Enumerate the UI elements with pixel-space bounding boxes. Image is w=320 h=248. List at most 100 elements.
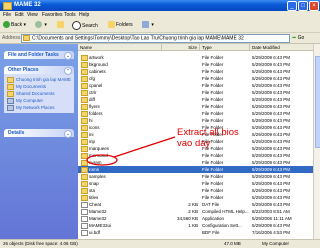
scrollbar-thumb[interactable] bbox=[315, 56, 320, 148]
file-row[interactable]: cabinets File Folder 5/29/2009 6:43 PM bbox=[78, 68, 314, 75]
file-date: 5/29/2009 6:43 PM bbox=[252, 97, 291, 102]
network-icon bbox=[7, 104, 14, 111]
file-row[interactable]: Cheat 2 KB DAT File 5/29/2009 6:43 PM bbox=[78, 201, 314, 208]
panel-header[interactable]: File and Folder Tasks ⌄ bbox=[4, 51, 74, 60]
minimize-button[interactable]: _ bbox=[287, 1, 297, 11]
file-date: 5/29/2009 6:43 PM bbox=[252, 202, 291, 207]
file-name: cfg bbox=[89, 76, 96, 81]
file-row[interactable]: sta File Folder 5/29/2009 6:43 PM bbox=[78, 187, 314, 194]
maximize-button[interactable]: □ bbox=[298, 1, 308, 11]
place-link[interactable]: My Documents bbox=[7, 83, 74, 90]
search-button[interactable]: Search bbox=[72, 21, 98, 30]
place-link[interactable]: My Computer bbox=[7, 97, 74, 104]
file-row[interactable]: cfg File Folder 5/29/2009 6:43 PM bbox=[78, 75, 314, 82]
menu-tools[interactable]: Tools bbox=[64, 11, 76, 19]
file-row[interactable]: nvram File Folder 5/29/2009 6:43 PM bbox=[78, 159, 314, 166]
file-date: 5/29/2009 6:43 PM bbox=[252, 223, 291, 228]
file-date: 5/29/2009 6:43 PM bbox=[252, 153, 291, 158]
close-button[interactable]: × bbox=[309, 1, 319, 11]
file-date: 5/29/2009 6:43 PM bbox=[252, 62, 291, 67]
folders-icon bbox=[108, 21, 115, 29]
file-row[interactable]: titles File Folder 5/29/2009 6:43 PM bbox=[78, 194, 314, 201]
file-name: marquees bbox=[89, 146, 110, 151]
file-row[interactable]: samples File Folder 5/29/2009 6:43 PM bbox=[78, 173, 314, 180]
file-name: MAME32ui bbox=[89, 223, 112, 228]
places-list: Chuong trinh gia lap MAME My Documents S… bbox=[4, 74, 74, 113]
go-button[interactable]: ➡ Go bbox=[292, 34, 304, 42]
annotation-text: Extract all bios vao day bbox=[177, 127, 239, 149]
menu-edit[interactable]: Edit bbox=[15, 11, 24, 19]
file-row[interactable]: hi File Folder 5/29/2009 6:43 PM bbox=[78, 117, 314, 124]
file-date: 5/29/2009 6:43 PM bbox=[252, 181, 291, 186]
file-date: 5/29/2009 6:43 PM bbox=[252, 132, 291, 137]
file-name: Mame32 bbox=[89, 209, 107, 214]
chevron-down-icon[interactable]: ⌄ bbox=[64, 52, 72, 60]
file-date: 5/29/2006 11:11 AM bbox=[252, 216, 292, 221]
toolbar: Back ▾ ▾ Search Folders ▾ bbox=[0, 19, 320, 33]
file-type: File Folder bbox=[202, 90, 224, 95]
file-row[interactable]: Mame32 34,560 KB Application 5/29/2006 11:1… bbox=[78, 215, 314, 222]
file-name: flyers bbox=[89, 104, 100, 109]
file-row[interactable]: flyers File Folder 5/29/2009 6:43 PM bbox=[78, 103, 314, 110]
menu-view[interactable]: View bbox=[27, 11, 38, 19]
annotation-line-1: Extract all bios bbox=[177, 127, 239, 138]
file-row[interactable]: bkground File Folder 5/29/2009 6:43 PM bbox=[78, 61, 314, 68]
menu-help[interactable]: Help bbox=[79, 11, 89, 19]
panel-header[interactable]: Other Places ⌃ bbox=[4, 66, 74, 75]
file-row[interactable]: artwork File Folder 5/29/2009 6:43 PM bbox=[78, 54, 314, 61]
file-row[interactable]: MAME32ui 1 KB Configuration Sett... 5/29/20… bbox=[78, 222, 314, 229]
file-type: File Folder bbox=[202, 118, 224, 123]
place-link[interactable]: My Network Places bbox=[7, 104, 74, 111]
file-row[interactable]: roms File Folder 5/29/2009 6:43 PM bbox=[78, 166, 314, 173]
file-row[interactable]: snap File Folder 5/29/2009 6:43 PM bbox=[78, 180, 314, 187]
views-button[interactable]: ▾ bbox=[142, 21, 154, 30]
file-type: File Folder bbox=[202, 174, 224, 179]
file-row[interactable]: diff File Folder 5/29/2009 6:43 PM bbox=[78, 96, 314, 103]
file-row[interactable]: Mame32 2 KB Compiled HTML Help... 8/22/2003… bbox=[78, 208, 314, 215]
file-name: memcard bbox=[89, 153, 108, 158]
shared-folder-icon bbox=[7, 90, 14, 97]
file-name: icons bbox=[89, 125, 100, 130]
file-row[interactable]: cpanel File Folder 5/29/2009 6:43 PM bbox=[78, 82, 314, 89]
file-date: 5/29/2009 6:43 PM bbox=[252, 195, 291, 200]
file-type: Compiled HTML Help... bbox=[202, 209, 249, 214]
column-header-date[interactable]: Date Modified bbox=[250, 44, 314, 51]
file-name: cpanel bbox=[89, 83, 103, 88]
address-input[interactable]: C:\Documents and Settings\Tommy\Desktop\… bbox=[21, 34, 290, 43]
menu-file[interactable]: File bbox=[3, 11, 11, 19]
folders-button[interactable]: Folders bbox=[108, 21, 133, 30]
file-date: 5/29/2009 6:43 PM bbox=[252, 76, 291, 81]
menu-favorites[interactable]: Favorites bbox=[42, 11, 63, 19]
back-button[interactable]: Back ▾ bbox=[3, 21, 26, 30]
vertical-scrollbar[interactable] bbox=[313, 44, 320, 239]
file-date: 5/29/2009 6:43 PM bbox=[252, 83, 291, 88]
forward-button[interactable]: ▾ bbox=[35, 21, 47, 30]
column-header-size[interactable]: Size bbox=[162, 44, 200, 51]
file-size: 2 KB bbox=[188, 209, 198, 214]
folder-icon bbox=[3, 2, 12, 10]
column-header-name[interactable]: Name bbox=[78, 44, 162, 51]
place-link[interactable]: Shared Documents bbox=[7, 90, 74, 97]
file-type: File Folder bbox=[202, 111, 224, 116]
address-label: Address bbox=[2, 35, 21, 41]
file-date: 5/29/2009 6:43 PM bbox=[252, 167, 291, 172]
file-name: titles bbox=[89, 195, 99, 200]
file-row[interactable]: memcard File Folder 5/29/2009 6:43 PM bbox=[78, 152, 314, 159]
computer-icon bbox=[7, 97, 14, 104]
column-header-type[interactable]: Type bbox=[200, 44, 250, 51]
file-row[interactable]: ui.bdf BDF File 7/16/2006 4:53 PM bbox=[78, 229, 314, 236]
file-name: Mame32 bbox=[89, 216, 107, 221]
address-path: C:\Documents and Settings\Tommy\Desktop\… bbox=[32, 35, 244, 42]
file-date: 5/29/2009 6:43 PM bbox=[252, 188, 291, 193]
file-name: hi bbox=[89, 118, 93, 123]
file-type: File Folder bbox=[202, 62, 224, 67]
my-documents-icon bbox=[7, 83, 14, 90]
file-row[interactable]: folders File Folder 5/29/2009 6:43 PM bbox=[78, 110, 314, 117]
file-name: nvram bbox=[89, 160, 102, 165]
file-row[interactable]: ctrlr File Folder 5/29/2009 6:43 PM bbox=[78, 89, 314, 96]
place-link[interactable]: Chuong trinh gia lap MAME bbox=[7, 76, 74, 83]
panel-header[interactable]: Details ⌄ bbox=[4, 129, 74, 138]
chevron-down-icon[interactable]: ⌄ bbox=[64, 130, 72, 138]
up-folder-button[interactable] bbox=[57, 21, 65, 30]
chevron-up-icon[interactable]: ⌃ bbox=[64, 67, 72, 75]
